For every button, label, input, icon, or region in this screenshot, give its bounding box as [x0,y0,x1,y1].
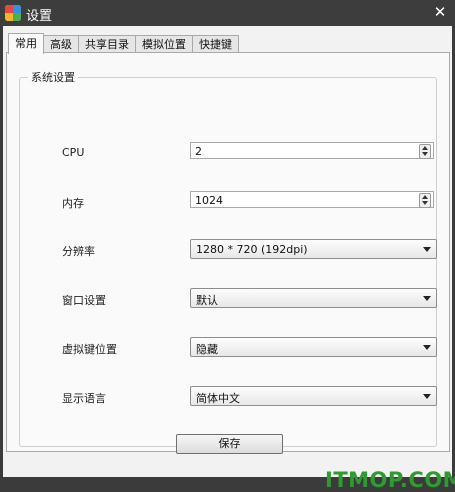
watermark: ITMOP.COM [325,468,455,492]
spin-up-icon[interactable] [422,146,428,150]
spin-down-icon[interactable] [422,152,428,156]
resolution-select[interactable]: 1280 * 720 (192dpi) [190,239,437,259]
virtual-key-position-value: 隐藏 [196,343,218,356]
memory-label: 内存 [62,197,84,210]
cpu-input[interactable] [195,144,415,158]
save-button[interactable]: 保存 [176,434,283,454]
resolution-label: 分辨率 [62,245,95,258]
cpu-label: CPU [62,146,85,159]
memory-input[interactable] [195,193,415,207]
close-icon[interactable]: ✕ [431,3,449,21]
resolution-value: 1280 * 720 (192dpi) [196,243,308,256]
dialog-body: 常用 高级 共享目录 模拟位置 快捷键 CPU 内存 [3,26,455,492]
chevron-down-icon [423,345,431,350]
group-title: 系统设置 [28,69,78,85]
chevron-down-icon [423,247,431,252]
tab-panel-general: CPU 内存 分辨率 1280 * 720 (192dpi) [6,52,450,452]
chevron-down-icon [423,394,431,399]
memory-spinbox[interactable] [190,191,434,208]
chevron-down-icon [423,296,431,301]
app-icon [5,5,21,21]
spin-up-icon[interactable] [422,195,428,199]
window-setting-label: 窗口设置 [62,294,106,307]
tab-shortcuts[interactable]: 快捷键 [192,35,239,53]
title-bar: 设置 ✕ [0,0,455,26]
window-setting-select[interactable]: 默认 [190,288,437,308]
tab-strip: 常用 高级 共享目录 模拟位置 快捷键 [8,33,239,54]
tab-shared-folder[interactable]: 共享目录 [78,35,136,53]
display-language-select[interactable]: 简体中文 [190,386,437,406]
display-language-label: 显示语言 [62,392,106,405]
tab-mock-location[interactable]: 模拟位置 [135,35,193,53]
memory-spin-buttons[interactable] [419,193,431,208]
display-language-value: 简体中文 [196,392,240,405]
cpu-spinbox[interactable] [190,142,434,159]
tab-advanced[interactable]: 高级 [43,35,79,53]
virtual-key-position-label: 虚拟键位置 [62,343,117,356]
window-setting-value: 默认 [196,294,218,307]
cpu-spin-buttons[interactable] [419,144,431,159]
tab-general[interactable]: 常用 [8,33,44,54]
spin-down-icon[interactable] [422,201,428,205]
virtual-key-position-select[interactable]: 隐藏 [190,337,437,357]
system-settings-group: CPU 内存 分辨率 1280 * 720 (192dpi) [19,77,437,447]
window-title: 设置 [26,9,53,24]
